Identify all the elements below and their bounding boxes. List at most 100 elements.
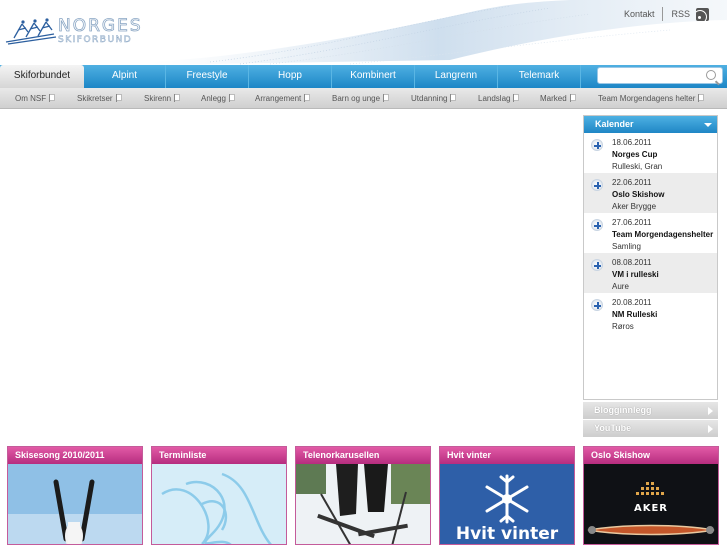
- feature-box-title[interactable]: Terminliste: [152, 447, 286, 464]
- calendar-panel: Kalender 18.06.2011 Norges Cup Rulleski,…: [583, 115, 718, 400]
- calendar-event[interactable]: 08.08.2011 VM i rulleski Aure: [584, 253, 717, 293]
- flag-icon: [513, 94, 520, 102]
- hvit-vinter-image[interactable]: Hvit vinter: [440, 464, 574, 544]
- tab-langrenn[interactable]: Langrenn: [415, 65, 498, 88]
- logo-wordmark: NORGES SKIFORBUND: [58, 16, 143, 45]
- skiers-legs-image[interactable]: [296, 464, 430, 545]
- calendar-title: Kalender: [595, 119, 634, 129]
- chevron-down-icon[interactable]: [704, 123, 712, 127]
- subnav-label: Om NSF: [15, 93, 47, 103]
- event-place: Røros: [612, 322, 634, 331]
- calendar-event[interactable]: 27.06.2011 Team Morgendagenshelter Samli…: [584, 213, 717, 253]
- subnav-item-team-morgendagens-helter[interactable]: Team Morgendagens helter: [598, 94, 726, 103]
- event-title[interactable]: VM i rulleski: [612, 269, 717, 281]
- event-date: 20.08.2011: [612, 298, 652, 307]
- plus-icon[interactable]: [591, 259, 603, 271]
- search-input[interactable]: [597, 67, 723, 84]
- event-title[interactable]: Team Morgendagenshelter: [612, 229, 717, 241]
- site-header: NORGES SKIFORBUND Kontakt RSS: [0, 0, 727, 65]
- event-place: Aure: [612, 282, 629, 291]
- sub-nav: Om NSF Skikretser Skirenn Anlegg Arrange…: [0, 88, 727, 109]
- subnav-item-arrangement[interactable]: Arrangement: [255, 94, 332, 103]
- feature-box-hvit-vinter[interactable]: Hvit vinter Hvit vinter: [439, 446, 575, 545]
- tab-hopp[interactable]: Hopp: [249, 65, 332, 88]
- blogginnlegg-label: Blogginnlegg: [594, 405, 652, 415]
- event-title[interactable]: NM Rulleski: [612, 309, 717, 321]
- subnav-item-utdanning[interactable]: Utdanning: [411, 94, 478, 103]
- contact-link[interactable]: Kontakt: [624, 9, 655, 19]
- tab-skiforbundet[interactable]: Skiforbundet: [0, 65, 84, 88]
- event-date: 08.08.2011: [612, 258, 652, 267]
- rss-icon[interactable]: [696, 7, 709, 21]
- flag-icon: [49, 94, 56, 102]
- rss-link[interactable]: RSS: [671, 9, 690, 19]
- feature-box-skisesong[interactable]: Skisesong 2010/2011: [7, 446, 143, 545]
- tab-kombinert[interactable]: Kombinert: [332, 65, 415, 88]
- chevron-right-icon[interactable]: [708, 425, 713, 433]
- flag-icon: [115, 94, 122, 102]
- feature-box-telenorkarusellen[interactable]: Telenorkarusellen: [295, 446, 431, 545]
- subnav-label: Skikretser: [77, 93, 113, 103]
- event-date: 18.06.2011: [612, 138, 652, 147]
- blogginnlegg-panel-header[interactable]: Blogginnlegg: [583, 402, 718, 419]
- flag-icon: [450, 94, 457, 102]
- subnav-label: Utdanning: [411, 93, 448, 103]
- subnav-label: Marked: [540, 93, 567, 103]
- aker-image-text: AKER: [633, 503, 669, 514]
- event-place: Aker Brygge: [612, 202, 657, 211]
- subnav-label: Landslag: [478, 93, 511, 103]
- subnav-label: Anlegg: [201, 93, 226, 103]
- calendar-header[interactable]: Kalender: [584, 116, 717, 133]
- tab-telemark[interactable]: Telemark: [498, 65, 581, 88]
- event-title[interactable]: Norges Cup: [612, 149, 717, 161]
- plus-icon[interactable]: [591, 179, 603, 191]
- subnav-label: Team Morgendagens helter: [598, 93, 696, 103]
- tab-alpint[interactable]: Alpint: [84, 65, 166, 88]
- calendar-event[interactable]: 20.08.2011 NM Rulleski Røros: [584, 293, 717, 333]
- ski-jumper-image[interactable]: [8, 464, 142, 545]
- subnav-item-skikretser[interactable]: Skikretser: [77, 94, 144, 103]
- oslo-skishow-image[interactable]: AKER: [584, 464, 718, 544]
- flag-icon: [174, 94, 181, 102]
- plus-icon[interactable]: [591, 139, 603, 151]
- calendar-event[interactable]: 22.06.2011 Oslo Skishow Aker Brygge: [584, 173, 717, 213]
- youtube-panel-header[interactable]: YouTube: [583, 420, 718, 437]
- subnav-item-landslag[interactable]: Landslag: [478, 94, 540, 103]
- flag-icon: [698, 94, 705, 102]
- subnav-label: Barn og unge: [332, 93, 381, 103]
- flag-icon: [228, 94, 235, 102]
- top-links: Kontakt RSS: [624, 7, 709, 21]
- feature-box-oslo-skishow[interactable]: Oslo Skishow AKER: [583, 446, 719, 545]
- subnav-item-anlegg[interactable]: Anlegg: [201, 94, 255, 103]
- feature-box-title[interactable]: Hvit vinter: [440, 447, 574, 464]
- logo-line1: NORGES: [58, 16, 143, 36]
- ski-tracks-image[interactable]: [152, 464, 286, 545]
- flag-icon: [569, 94, 576, 102]
- feature-box-title[interactable]: Skisesong 2010/2011: [8, 447, 142, 464]
- feature-box-terminliste[interactable]: Terminliste: [151, 446, 287, 545]
- chevron-right-icon[interactable]: [708, 407, 713, 415]
- calendar-event[interactable]: 18.06.2011 Norges Cup Rulleski, Gran: [584, 133, 717, 173]
- subnav-item-marked[interactable]: Marked: [540, 94, 598, 103]
- subnav-item-skirenn[interactable]: Skirenn: [144, 94, 201, 103]
- subnav-item-om-nsf[interactable]: Om NSF: [15, 94, 77, 103]
- flag-icon: [383, 94, 390, 102]
- feature-box-title[interactable]: Telenorkarusellen: [296, 447, 430, 464]
- subnav-label: Arrangement: [255, 93, 302, 103]
- plus-icon[interactable]: [591, 219, 603, 231]
- hvit-vinter-image-text: Hvit vinter: [455, 524, 559, 544]
- subnav-label: Skirenn: [144, 93, 172, 103]
- event-place: Rulleski, Gran: [612, 162, 663, 171]
- top-links-divider: [662, 7, 664, 21]
- feature-box-title[interactable]: Oslo Skishow: [584, 447, 718, 464]
- youtube-label: YouTube: [594, 423, 632, 433]
- search-icon[interactable]: [706, 70, 716, 80]
- event-date: 22.06.2011: [612, 178, 652, 187]
- event-place: Samling: [612, 242, 641, 251]
- event-date: 27.06.2011: [612, 218, 652, 227]
- subnav-item-barn-og-unge[interactable]: Barn og unge: [332, 94, 411, 103]
- tab-freestyle[interactable]: Freestyle: [166, 65, 249, 88]
- logo-line2: SKIFORBUND: [58, 35, 133, 45]
- plus-icon[interactable]: [591, 299, 603, 311]
- event-title[interactable]: Oslo Skishow: [612, 189, 717, 201]
